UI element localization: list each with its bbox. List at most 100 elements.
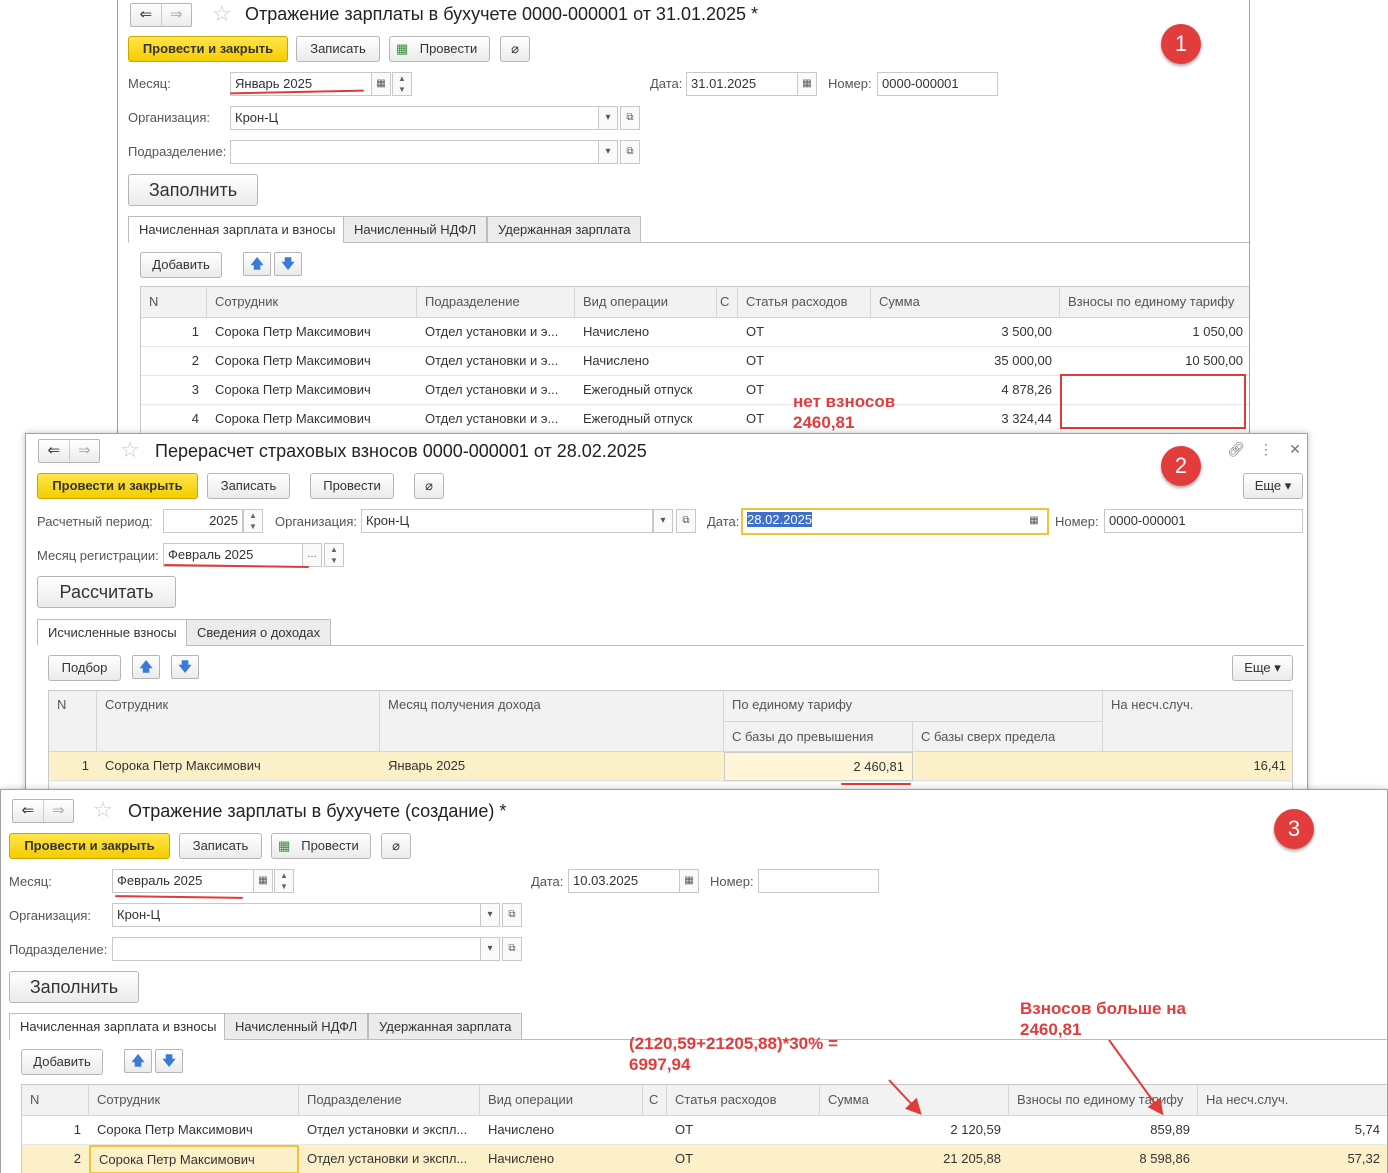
calendar-icon[interactable]: ▦: [371, 72, 391, 96]
date-field[interactable]: 10.03.2025: [568, 869, 680, 893]
arrow-down-icon[interactable]: 🡇: [155, 1049, 183, 1073]
number-field[interactable]: 0000-000001: [1104, 509, 1303, 533]
col-base-before: С базы до превышения: [724, 722, 913, 752]
month-stepper[interactable]: ▲ ▼: [392, 72, 412, 96]
org-field[interactable]: Крон-Ц: [112, 903, 481, 927]
pick-button[interactable]: Подбор: [48, 655, 121, 681]
calendar-icon[interactable]: ▦: [253, 869, 273, 893]
dept-field[interactable]: [230, 140, 599, 164]
table-cell: 1: [141, 318, 207, 347]
calculate-button[interactable]: Рассчитать: [37, 576, 176, 608]
window-1: ⇐ ⇒ ☆ Отражение зарплаты в бухучете 0000-…: [117, 0, 1250, 434]
forward-icon[interactable]: ⇒: [42, 800, 74, 822]
more-button-2[interactable]: Еще ▾: [1232, 655, 1293, 681]
tab-withheld[interactable]: Удержанная зарплата: [368, 1013, 523, 1040]
post-close-button[interactable]: Провести и закрыть: [9, 833, 170, 859]
arrow-up-icon[interactable]: 🡅: [124, 1049, 152, 1073]
close-icon[interactable]: ✕: [1285, 438, 1305, 460]
org-field[interactable]: Крон-Ц: [361, 509, 653, 533]
period-stepper[interactable]: ▲ ▼: [243, 509, 263, 533]
chevron-down-icon[interactable]: ▾: [598, 140, 618, 164]
table-cell: Отдел установки и экспл...: [299, 1145, 480, 1173]
post-close-button[interactable]: Провести и закрыть: [37, 473, 198, 499]
favorite-star-icon[interactable]: ☆: [212, 2, 232, 26]
post-button[interactable]: ▦ Провести: [271, 833, 371, 859]
tab-ndfl[interactable]: Начисленный НДФЛ: [224, 1013, 369, 1040]
arrow-up-icon[interactable]: 🡅: [243, 252, 271, 276]
paperclip-icon: ⌀: [511, 41, 519, 56]
post-button[interactable]: Провести: [310, 473, 394, 499]
save-button[interactable]: Записать: [207, 473, 290, 499]
month-stepper[interactable]: ▲ ▼: [274, 869, 294, 893]
add-button[interactable]: Добавить: [140, 252, 222, 278]
date-field[interactable]: 31.01.2025: [686, 72, 798, 96]
date-field[interactable]: 28.02.2025: [741, 508, 1049, 535]
col-c: С: [643, 1085, 667, 1116]
nav-buttons[interactable]: ⇐ ⇒: [38, 439, 100, 463]
tab-income[interactable]: Сведения о доходах: [186, 619, 332, 646]
col-accident: На несч.случ.: [1198, 1085, 1387, 1116]
attach-button[interactable]: ⌀: [414, 473, 444, 499]
reg-month-stepper[interactable]: ▲ ▼: [324, 543, 344, 567]
favorite-star-icon[interactable]: ☆: [93, 798, 113, 822]
open-icon[interactable]: ⧉: [502, 937, 522, 961]
col-unified: По единому тарифу: [724, 691, 1103, 722]
table-cell: 10 500,00: [1060, 347, 1249, 376]
chevron-down-icon[interactable]: ▾: [480, 937, 500, 961]
month-field[interactable]: Февраль 2025: [112, 869, 254, 893]
arrow-down-icon[interactable]: 🡇: [274, 252, 302, 276]
month-label: Месяц:: [9, 874, 52, 889]
save-button[interactable]: Записать: [296, 36, 380, 62]
nav-buttons[interactable]: ⇐ ⇒: [130, 3, 192, 27]
dept-label: Подразделение:: [128, 144, 227, 159]
attach-button[interactable]: ⌀: [500, 36, 530, 62]
save-button[interactable]: Записать: [179, 833, 262, 859]
number-field[interactable]: 0000-000001: [877, 72, 998, 96]
org-field[interactable]: Крон-Ц: [230, 106, 599, 130]
chevron-down-icon[interactable]: ▾: [598, 106, 618, 130]
tab-accrued[interactable]: Начисленная зарплата и взносы: [128, 216, 347, 243]
back-icon[interactable]: ⇐: [13, 800, 43, 822]
chevron-down-icon[interactable]: ▾: [480, 903, 500, 927]
table-cell: Отдел установки и э...: [417, 376, 575, 405]
open-icon[interactable]: ⧉: [676, 509, 696, 533]
tab-withheld[interactable]: Удержанная зарплата: [487, 216, 642, 243]
cell-accident: 16,41: [1103, 752, 1292, 781]
back-icon[interactable]: ⇐: [131, 4, 161, 26]
fill-button[interactable]: Заполнить: [9, 971, 139, 1003]
forward-icon[interactable]: ⇒: [68, 440, 100, 462]
tab-ndfl[interactable]: Начисленный НДФЛ: [343, 216, 488, 243]
more-button[interactable]: Еще ▾: [1243, 473, 1303, 499]
arrow-up-icon[interactable]: 🡅: [132, 655, 160, 679]
period-field[interactable]: 2025: [163, 509, 243, 533]
open-icon[interactable]: ⧉: [502, 903, 522, 927]
post-close-button[interactable]: Провести и закрыть: [128, 36, 288, 62]
calendar-icon[interactable]: ▦: [797, 72, 817, 96]
chevron-down-icon[interactable]: ▾: [653, 509, 673, 533]
calendar-icon[interactable]: ▦: [1024, 510, 1044, 534]
fill-button[interactable]: Заполнить: [128, 174, 258, 206]
col-n: N: [22, 1085, 89, 1116]
select-icon[interactable]: …: [302, 543, 322, 567]
annotation-more-contrib: Взносов больше на 2460,81: [1020, 999, 1186, 1039]
favorite-star-icon[interactable]: ☆: [120, 438, 140, 462]
attach-button[interactable]: ⌀: [381, 833, 411, 859]
arrow-down-icon[interactable]: 🡇: [171, 655, 199, 679]
open-icon[interactable]: ⧉: [620, 140, 640, 164]
add-button[interactable]: Добавить: [21, 1049, 103, 1075]
link-icon[interactable]: 🔗︎: [1226, 438, 1246, 460]
dept-field[interactable]: [112, 937, 481, 961]
nav-buttons[interactable]: ⇐ ⇒: [12, 799, 74, 823]
open-icon[interactable]: ⧉: [620, 106, 640, 130]
table-cell: [717, 405, 738, 433]
back-icon[interactable]: ⇐: [39, 440, 69, 462]
more-vert-icon[interactable]: ⋮: [1256, 438, 1276, 460]
tab-calculated[interactable]: Исчисленные взносы: [37, 619, 188, 646]
calendar-icon[interactable]: ▦: [679, 869, 699, 893]
dept-label: Подразделение:: [9, 942, 108, 957]
number-field[interactable]: [758, 869, 879, 893]
col-sum: Сумма: [820, 1085, 1009, 1116]
post-button[interactable]: ▦ Провести: [389, 36, 490, 62]
tab-accrued[interactable]: Начисленная зарплата и взносы: [9, 1013, 228, 1040]
forward-icon[interactable]: ⇒: [160, 4, 192, 26]
